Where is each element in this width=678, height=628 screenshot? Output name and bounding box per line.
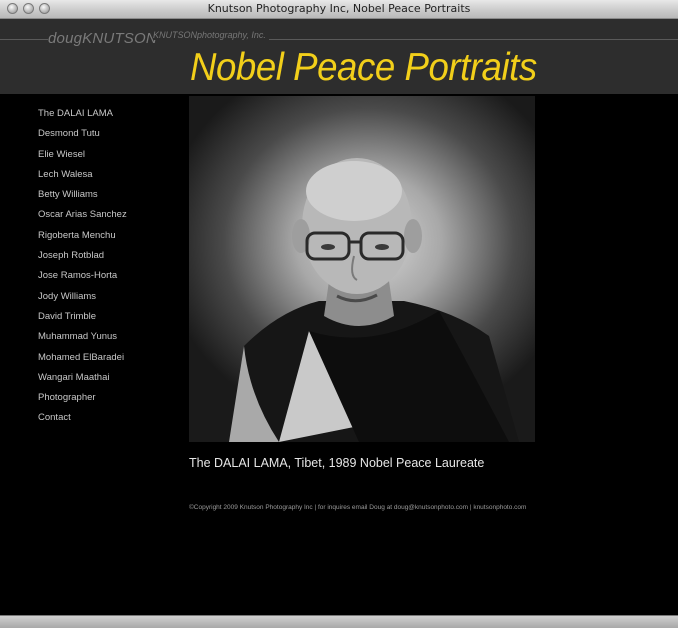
nav-item-lech-walesa[interactable]: Lech Walesa [38,169,127,189]
nav-item-wangari-maathai[interactable]: Wangari Maathai [38,372,127,392]
nav-item-mohamed-elbaradei[interactable]: Mohamed ElBaradei [38,352,127,372]
nav-item-muhammad-yunus[interactable]: Muhammad Yunus [38,331,127,351]
nav-item-dalai-lama[interactable]: The DALAI LAMA [38,108,127,128]
browser-window: Knutson Photography Inc, Nobel Peace Por… [0,0,678,628]
nav-item-elie-wiesel[interactable]: Elie Wiesel [38,149,127,169]
title-bar: Knutson Photography Inc, Nobel Peace Por… [0,0,678,19]
window-bottom-bar [0,615,678,628]
nav-item-jose-ramos-horta[interactable]: Jose Ramos-Horta [38,270,127,290]
nav-item-joseph-rotblad[interactable]: Joseph Rotblad [38,250,127,270]
nav-item-betty-williams[interactable]: Betty Williams [38,189,127,209]
copyright-footer: ©Copyright 2009 Knutson Photography Inc … [189,504,527,511]
nav-item-rigoberta-menchu[interactable]: Rigoberta Menchu [38,230,127,250]
window-title: Knutson Photography Inc, Nobel Peace Por… [207,2,471,15]
site-header: dougKNUTSON KNUTSONphotography, Inc. Nob… [0,19,678,94]
brand-logo-name: dougKNUTSON [48,30,161,47]
brand-logo-subtitle: KNUTSONphotography, Inc. [153,30,269,40]
portrait-illustration [229,158,519,442]
sidebar-nav: The DALAI LAMA Desmond Tutu Elie Wiesel … [38,108,127,433]
page-title: Nobel Peace Portraits [190,46,537,89]
portrait-photo [189,96,535,442]
photo-caption: The DALAI LAMA, Tibet, 1989 Nobel Peace … [189,456,485,470]
nav-item-desmond-tutu[interactable]: Desmond Tutu [38,128,127,148]
nav-item-contact[interactable]: Contact [38,412,127,432]
nav-item-oscar-arias-sanchez[interactable]: Oscar Arias Sanchez [38,209,127,229]
nav-item-jody-williams[interactable]: Jody Williams [38,291,127,311]
nav-item-david-trimble[interactable]: David Trimble [38,311,127,331]
nav-item-photographer[interactable]: Photographer [38,392,127,412]
